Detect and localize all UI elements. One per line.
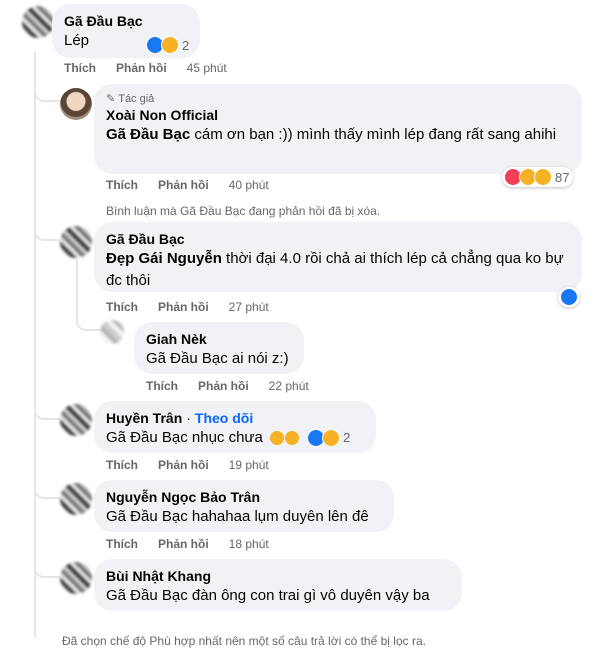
thread-curve <box>34 86 60 102</box>
reaction-summary[interactable]: 2 <box>307 427 350 449</box>
reply-button[interactable]: Phản hồi <box>116 61 167 75</box>
mention[interactable]: Đẹp Gái Nguyễn <box>106 250 222 267</box>
mention[interactable]: Gã Đầu Bạc <box>106 508 188 525</box>
thread-curve <box>76 315 100 331</box>
avatar[interactable] <box>60 562 92 594</box>
reaction-count: 2 <box>343 430 351 446</box>
mention[interactable]: Gã Đầu Bạc <box>106 587 188 604</box>
comment-time[interactable]: 18 phút <box>229 537 269 551</box>
reaction-summary[interactable]: 87 <box>502 167 574 187</box>
comment-author[interactable]: Huyền Trân <box>106 409 182 427</box>
like-button[interactable]: Thích <box>106 300 138 314</box>
comment-author[interactable]: Bùi Nhật Khang <box>106 567 450 585</box>
comment-bubble: Giah Nèk Gã Đầu Bạc ai nói z:) <box>134 322 304 374</box>
reaction-count: 2 <box>182 37 190 53</box>
reply-button[interactable]: Phản hồi <box>158 458 209 472</box>
thread-curve <box>34 404 60 420</box>
comment-bubble: Gã Đầu Bạc Lép 2 <box>52 4 200 58</box>
comment-actions: Thích Phản hồi 22 phút <box>146 379 309 393</box>
comment-text: Gã Đầu Bạc cám ơn bạn :)) mình thấy mình… <box>106 126 557 143</box>
author-badge: ✎ Tác giả <box>106 92 570 106</box>
comment-time[interactable]: 22 phút <box>269 379 309 393</box>
reply-button[interactable]: Phản hồi <box>158 537 209 551</box>
avatar[interactable] <box>100 320 124 344</box>
thread-curve <box>34 225 60 241</box>
comment-bubble: Gã Đầu Bạc Đẹp Gái Nguyễn thời đại 4.0 r… <box>94 222 582 292</box>
comment-author[interactable]: Gã Đầu Bạc <box>64 12 188 30</box>
comment-author[interactable]: Nguyễn Ngọc Bảo Trân <box>106 488 382 506</box>
mention[interactable]: Gã Đầu Bạc <box>106 126 190 143</box>
comment-author[interactable]: Xoài Non Official <box>106 106 570 124</box>
author-badge-label: Tác giả <box>118 93 155 105</box>
pen-icon: ✎ <box>106 93 116 105</box>
avatar[interactable] <box>60 404 92 436</box>
reply-button[interactable]: Phản hồi <box>158 178 209 192</box>
thread-line <box>34 52 36 637</box>
reaction-summary[interactable] <box>558 287 580 307</box>
thread-curve <box>34 483 60 499</box>
thread-curve <box>34 562 60 578</box>
avatar[interactable] <box>60 483 92 515</box>
reaction-count: 87 <box>555 169 570 185</box>
laughing-emoji-icon <box>284 431 299 446</box>
wow-reaction-icon <box>534 168 552 186</box>
comment-actions: Thích Phản hồi 45 phút <box>64 61 227 75</box>
comment-author[interactable]: Gã Đầu Bạc <box>106 230 570 248</box>
avatar[interactable] <box>22 6 54 38</box>
haha-reaction-icon <box>322 429 341 448</box>
deleted-notice: Bình luận mà Gã Đầu Bạc đang phản hồi đã… <box>106 204 381 218</box>
comment-bubble: Huyền Trân · Theo dõi Gã Đầu Bạc nhục ch… <box>94 401 376 453</box>
like-button[interactable]: Thích <box>64 61 96 75</box>
follow-button[interactable]: Theo dõi <box>195 410 253 426</box>
comment-bubble: ✎ Tác giả Xoài Non Official Gã Đầu Bạc c… <box>94 84 582 174</box>
like-reaction-icon <box>560 288 578 306</box>
reaction-summary[interactable]: 2 <box>146 36 189 54</box>
mention[interactable]: Gã Đầu Bạc <box>146 350 228 367</box>
comment-actions: Thích Phản hồi 18 phút <box>106 537 269 551</box>
author-row: Huyền Trân · Theo dõi <box>106 409 364 427</box>
reply-button[interactable]: Phản hồi <box>198 379 249 393</box>
like-button[interactable]: Thích <box>106 178 138 192</box>
comment-text: Gã Đầu Bạc nhục chưa 2 <box>106 427 364 449</box>
comment-bubble: Nguyễn Ngọc Bảo Trân Gã Đầu Bạc hahahaa … <box>94 480 394 532</box>
avatar[interactable] <box>60 226 92 258</box>
filter-notice: Đã chọn chế độ Phù hợp nhất nên một số c… <box>62 634 426 648</box>
comment-time[interactable]: 40 phút <box>229 178 269 192</box>
mention[interactable]: Gã Đầu Bạc <box>106 429 188 446</box>
laughing-emoji-icon <box>269 431 284 446</box>
comment-text: Gã Đầu Bạc ai nói z:) <box>146 350 289 367</box>
comment-time[interactable]: 27 phút <box>229 300 269 314</box>
like-button[interactable]: Thích <box>146 379 178 393</box>
comment-author[interactable]: Giah Nèk <box>146 330 292 348</box>
comment-time[interactable]: 45 phút <box>187 61 227 75</box>
dot-separator: · <box>186 410 191 426</box>
comment-actions: Thích Phản hồi 27 phút <box>106 300 269 314</box>
like-button[interactable]: Thích <box>106 458 138 472</box>
comment-actions: Thích Phản hồi 19 phút <box>106 458 269 472</box>
haha-reaction-icon <box>161 36 179 54</box>
comment-bubble: Bùi Nhật Khang Gã Đầu Bạc đàn ông con tr… <box>94 559 462 611</box>
comment-actions: Thích Phản hồi 40 phút <box>106 178 269 192</box>
comment-text: Đẹp Gái Nguyễn thời đại 4.0 rồi chả ai t… <box>106 250 564 289</box>
like-button[interactable]: Thích <box>106 537 138 551</box>
comment-time[interactable]: 19 phút <box>229 458 269 472</box>
reply-button[interactable]: Phản hồi <box>158 300 209 314</box>
comment-text: Gã Đầu Bạc hahahaa lụm duyên lên đê <box>106 508 369 525</box>
avatar[interactable] <box>60 88 92 120</box>
comment-text: Gã Đầu Bạc đàn ông con trai gì vô duyên … <box>106 587 430 604</box>
